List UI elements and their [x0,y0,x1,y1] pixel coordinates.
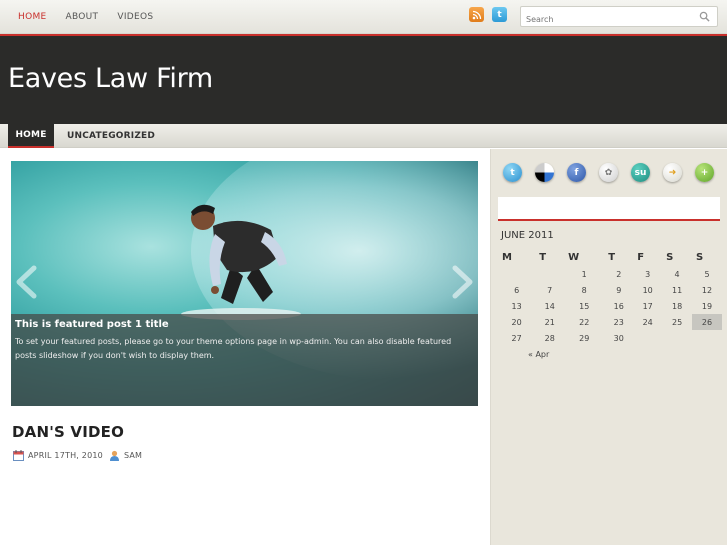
post-author[interactable]: SAM [124,451,142,460]
calendar-day: 18 [672,301,683,311]
calendar-day: 29 [579,333,590,343]
calendar-weekday: F [637,251,645,263]
calendar-day: 9 [616,285,622,295]
calendar-weekday: S [696,251,704,263]
calendar-empty-cell [535,266,564,282]
top-nav: HOME ABOUT VIDEOS [10,0,164,34]
post-date: APRIL 17TH, 2010 [28,451,103,460]
twitter-icon[interactable]: t [503,163,522,182]
reddit-icon[interactable]: ➜ [663,163,682,182]
calendar-week-row: 13 14 15 16 17 18 19 [498,298,722,314]
post-title[interactable]: DAN'S VIDEO [12,423,124,441]
featured-slider: This is featured post 1 title To set you… [11,161,478,406]
delicious-icon[interactable] [535,163,554,182]
author-icon [109,450,119,461]
calendar-weekday: W [568,251,580,263]
facebook-icon[interactable]: f [567,163,586,182]
sidebar-social-icons: t f ✿ su ➜ + [503,163,714,182]
surfer-image [181,204,301,320]
calendar-week-row: 6 7 8 9 10 11 12 [498,282,722,298]
calendar-day: 11 [672,285,683,295]
top-bar: HOME ABOUT VIDEOS t [0,0,727,34]
calendar-day: 23 [613,317,624,327]
search-input[interactable] [521,10,691,29]
add-icon[interactable]: + [695,163,714,182]
twitter-icon[interactable]: t [492,7,507,22]
calendar-weekday: M [502,251,512,263]
featured-caption: This is featured post 1 title To set you… [11,314,478,406]
top-nav-home[interactable]: HOME [18,12,47,22]
calendar-day: 26 [692,314,722,330]
site-title[interactable]: Eaves Law Firm [8,63,213,94]
calendar-day: 7 [547,285,553,295]
search-box [520,6,718,29]
calendar-weekday: T [608,251,616,263]
sidebar-widget-header [498,197,720,221]
calendar-day: 16 [613,301,624,311]
calendar-week-row: 20 21 22 23 24 25 26 [498,314,722,330]
calendar-weekday: S [666,251,674,263]
calendar-day: 22 [579,317,590,327]
calendar-week-row: 27 28 29 30 [498,330,722,346]
calendar-day: 4 [674,269,680,279]
calendar-day: 27 [511,333,522,343]
calendar-day: 17 [642,301,653,311]
calendar-day: 20 [511,317,522,327]
main-nav-uncategorized[interactable]: UNCATEGORIZED [67,124,155,148]
top-social-icons: t [469,7,507,22]
calendar-weekday: T [539,251,547,263]
calendar-day: 6 [514,285,520,295]
calendar-empty-cell [692,330,722,346]
site-header: Eaves Law Firm [0,36,727,124]
calendar-day: 24 [642,317,653,327]
calendar-caption: JUNE 2011 [501,230,554,241]
sidebar: t f ✿ su ➜ + JUNE 2011 MTWTFSS 123456789… [490,149,727,545]
main-nav: HOME UNCATEGORIZED [0,124,727,148]
slider-prev-arrow[interactable] [14,265,40,299]
calendar-day: 14 [544,301,555,311]
rss-icon[interactable] [469,7,484,22]
myspace-icon[interactable]: ✿ [599,163,618,182]
calendar-day: 1 [581,269,587,279]
slider-next-arrow[interactable] [449,265,475,299]
calendar-day: 8 [581,285,587,295]
calendar-week-row: 1 2 3 4 5 [498,266,722,282]
main-nav-home[interactable]: HOME [8,124,54,148]
calendar-day: 30 [613,333,624,343]
calendar-day: 3 [645,269,651,279]
calendar-prev-month-link[interactable]: « Apr [498,346,722,362]
search-icon[interactable] [699,11,710,22]
calendar-day: 25 [672,317,683,327]
calendar-empty-cell [662,330,692,346]
calendar-icon [13,450,24,461]
calendar-day: 12 [701,285,713,295]
stumbleupon-icon[interactable]: su [631,163,650,182]
calendar-day: 19 [701,301,713,311]
top-nav-videos[interactable]: VIDEOS [117,12,153,22]
post-meta: APRIL 17TH, 2010 SAM [13,450,142,461]
calendar-day: 13 [511,301,522,311]
calendar-empty-cell [498,266,535,282]
calendar-day: 28 [544,333,555,343]
calendar-empty-cell [633,330,662,346]
featured-title[interactable]: This is featured post 1 title [15,319,169,330]
calendar-table: MTWTFSS 1 2 3 4 5 6 7 8 9 10 11 12 13 14 15 16 17 18 19 20 2… [498,248,722,362]
featured-text: To set your featured posts, please go to… [15,337,452,360]
calendar-day: 15 [579,301,590,311]
calendar-day: 21 [544,317,555,327]
calendar-day: 2 [616,269,622,279]
top-nav-about[interactable]: ABOUT [66,12,99,22]
calendar-day: 10 [642,285,653,295]
calendar-day: 5 [704,269,710,279]
